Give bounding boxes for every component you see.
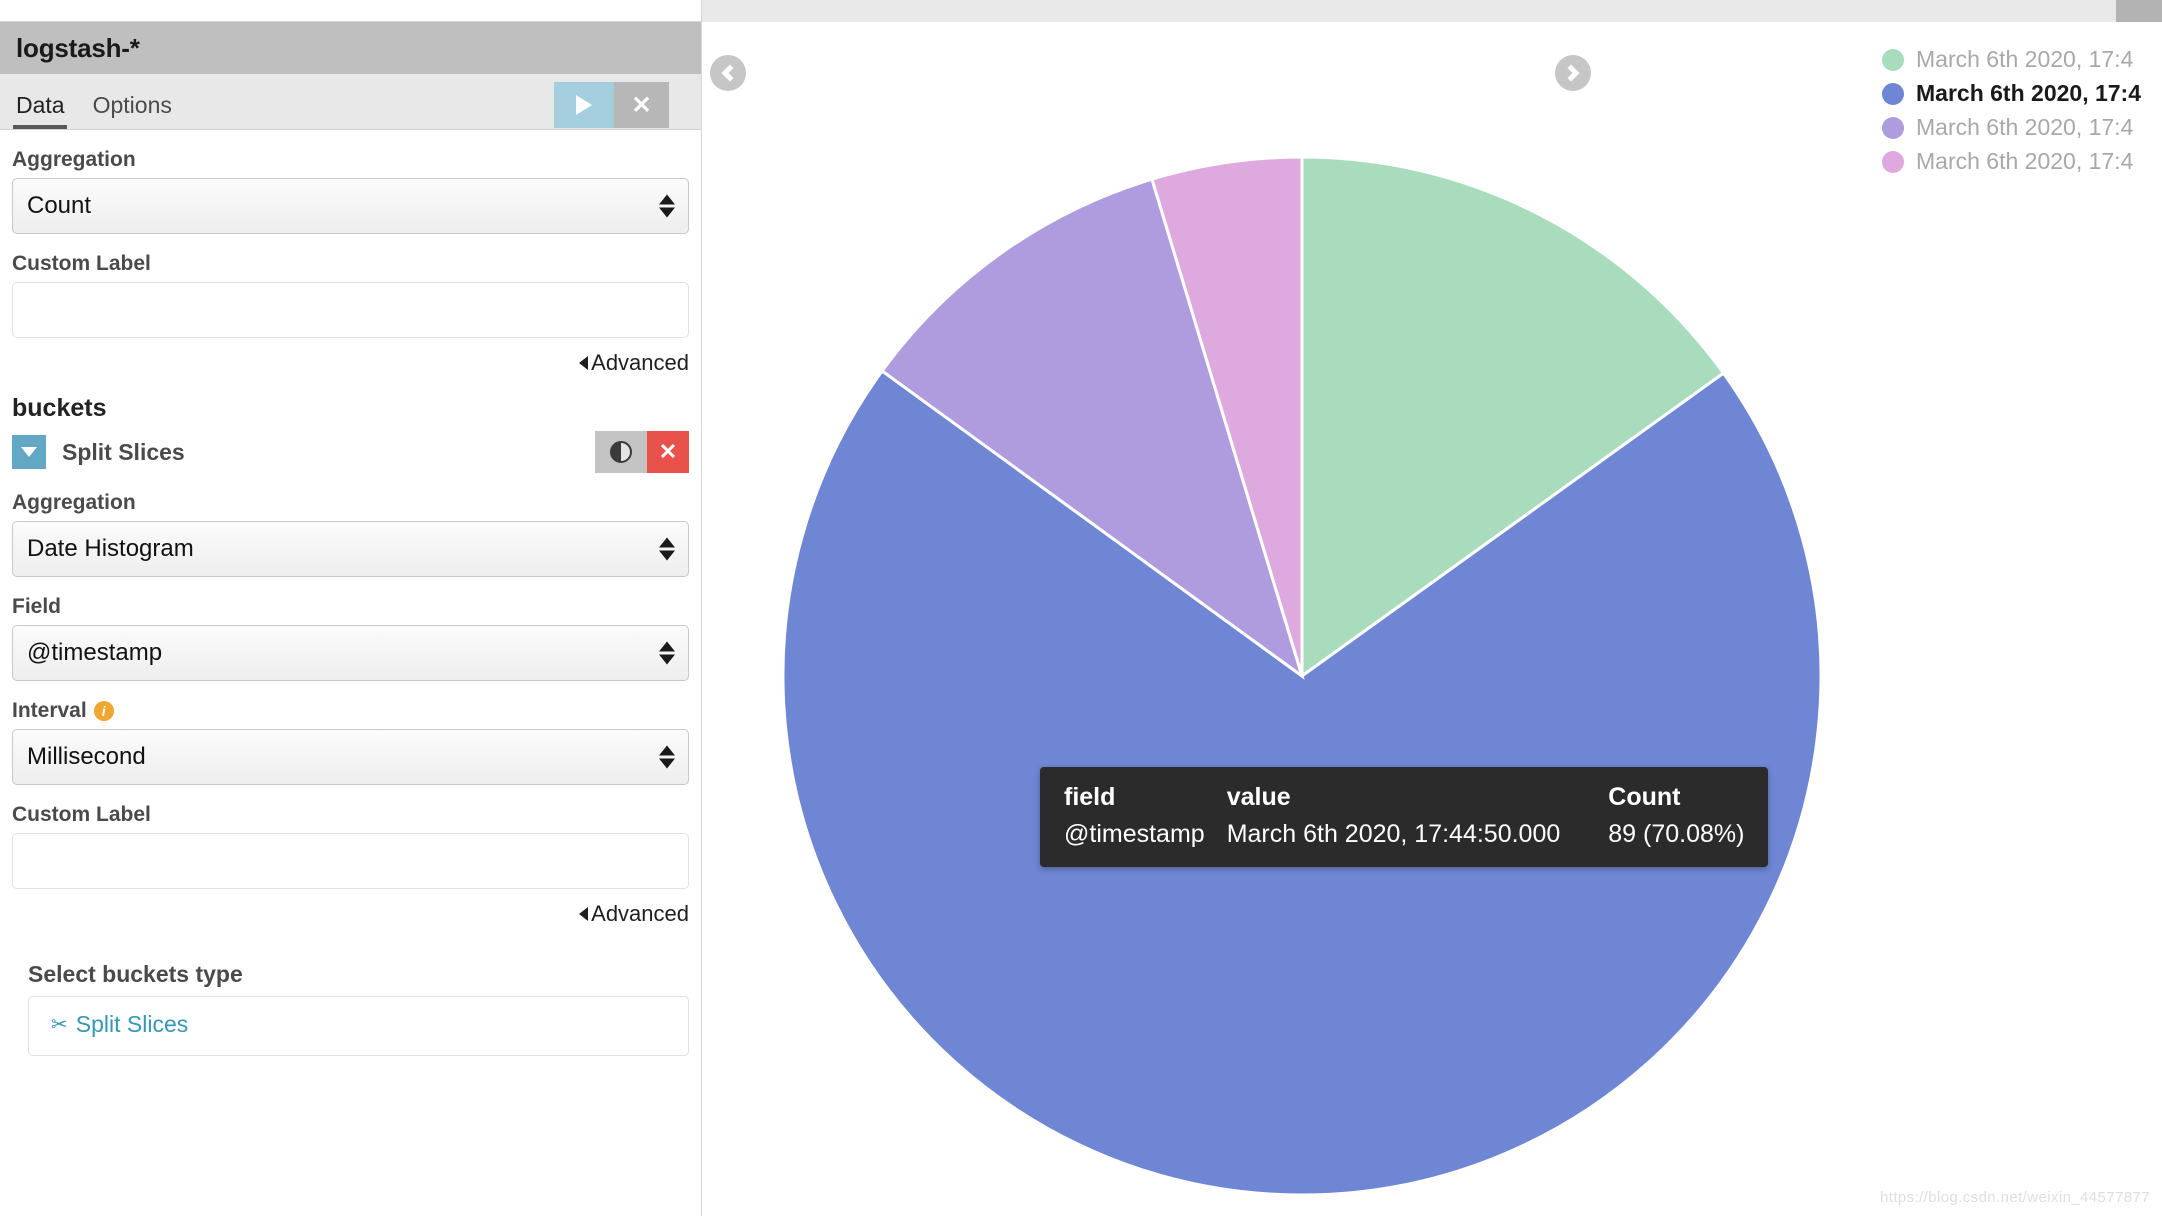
- discard-changes-button[interactable]: ✕: [614, 82, 669, 128]
- top-right-cap: [2116, 0, 2162, 22]
- legend-color-swatch: [1882, 150, 1904, 173]
- metric-aggregation-select[interactable]: Count: [12, 178, 689, 234]
- visualization-canvas: March 6th 2020, 17:4 March 6th 2020, 17:…: [703, 22, 2162, 1216]
- caret-left-icon: [579, 907, 589, 921]
- bucket-aggregation-value: Date Histogram: [27, 535, 194, 562]
- tooltip-field-name: @timestamp: [1064, 820, 1205, 848]
- metric-aggregation-value: Count: [27, 192, 92, 219]
- bucket-custom-label-group: Custom Label: [0, 803, 701, 889]
- editor-tabs: Data Options ✕: [0, 74, 701, 130]
- bucket-interval-group: Interval i Millisecond: [0, 699, 701, 785]
- buckets-type-option-split-slices[interactable]: ✂ Split Slices: [51, 1011, 688, 1038]
- bucket-custom-label-input[interactable]: [12, 833, 689, 889]
- metric-aggregation-group: Aggregation Count: [0, 148, 701, 234]
- metric-aggregation-label: Aggregation: [12, 148, 136, 171]
- select-buckets-type-list: ✂ Split Slices: [28, 996, 689, 1056]
- bucket-aggregation-select[interactable]: Date Histogram: [12, 521, 689, 577]
- info-icon[interactable]: i: [93, 701, 114, 721]
- bucket-interval-label-text: Interval: [12, 699, 87, 722]
- legend-color-swatch: [1882, 48, 1904, 71]
- bucket-interval-label: Interval i: [12, 699, 689, 723]
- app-root: logstash-* Data Options ✕ Aggregation Co…: [0, 0, 2162, 1216]
- tooltip-header-field: field: [1064, 783, 1116, 811]
- chart-tooltip: field value Count @timestamp March 6th 2…: [1040, 767, 1769, 867]
- pie-slice-group: [781, 155, 1823, 1197]
- legend-item-label: March 6th 2020, 17:4: [1916, 80, 2142, 106]
- tab-options[interactable]: Options: [77, 92, 184, 129]
- metric-custom-label-group: Custom Label: [0, 252, 701, 338]
- buckets-section-title: buckets: [12, 394, 107, 422]
- visualization-editor-panel: logstash-* Data Options ✕ Aggregation Co…: [0, 22, 702, 1216]
- metric-custom-label-label: Custom Label: [12, 252, 151, 275]
- bucket-agg-actions: ✕: [595, 431, 689, 473]
- caret-left-icon: [579, 356, 589, 370]
- legend-color-swatch: [1882, 116, 1904, 139]
- bucket-enable-toggle[interactable]: [595, 431, 647, 473]
- top-strip: [0, 0, 2162, 22]
- query-bar-stub[interactable]: [0, 0, 702, 22]
- index-pattern-title: logstash-*: [16, 32, 140, 63]
- tooltip-field-value: March 6th 2020, 17:44:50.000: [1226, 820, 1561, 848]
- tooltip-header-metric: Count: [1608, 783, 1681, 811]
- bucket-field-value: @timestamp: [27, 639, 163, 666]
- legend-item[interactable]: March 6th 2020, 17:4: [1882, 80, 2162, 107]
- metric-custom-label-input[interactable]: [12, 282, 689, 338]
- chart-legend: March 6th 2020, 17:4 March 6th 2020, 17:…: [1882, 46, 2162, 175]
- bucket-field-label: Field: [12, 595, 62, 618]
- toggle-icon: [610, 441, 632, 463]
- bucket-advanced-label: Advanced: [591, 901, 689, 926]
- chevron-down-icon: [21, 447, 37, 457]
- bucket-collapse-button[interactable]: [12, 435, 46, 469]
- bucket-interval-value: Millisecond: [27, 743, 146, 770]
- select-spinner-icon: [659, 641, 675, 665]
- watermark-text: https://blog.csdn.net/weixin_44577877: [1880, 1189, 2150, 1206]
- tab-data-label: Data: [16, 92, 65, 118]
- bucket-interval-select[interactable]: Millisecond: [12, 729, 689, 785]
- legend-item-label: March 6th 2020, 17:4: [1916, 46, 2134, 72]
- bucket-remove-button[interactable]: ✕: [647, 431, 689, 473]
- editor-body: Aggregation Count Custom Label Advanced …: [0, 148, 701, 1056]
- tab-data[interactable]: Data: [0, 92, 77, 129]
- select-spinner-icon: [659, 745, 675, 769]
- index-pattern-header: logstash-*: [0, 22, 701, 74]
- play-icon: [576, 95, 592, 115]
- editor-action-buttons: ✕: [554, 82, 669, 128]
- select-spinner-icon: [659, 194, 675, 218]
- buckets-type-option-label: Split Slices: [75, 1011, 189, 1037]
- close-icon: ✕: [631, 91, 652, 119]
- bucket-aggregation-group: Aggregation Date Histogram: [0, 491, 701, 577]
- legend-item[interactable]: March 6th 2020, 17:4: [1882, 46, 2162, 73]
- legend-item-label: March 6th 2020, 17:4: [1916, 148, 2134, 174]
- tooltip-header-row: field value Count: [1064, 783, 1744, 820]
- select-buckets-type-title: Select buckets type: [28, 961, 243, 987]
- pie-chart: [703, 22, 2162, 1216]
- bucket-field-group: Field @timestamp: [0, 595, 701, 681]
- bucket-agg-header: Split Slices ✕: [0, 431, 701, 473]
- close-icon: ✕: [658, 439, 678, 464]
- tooltip-table: field value Count @timestamp March 6th 2…: [1064, 783, 1744, 849]
- bucket-field-select[interactable]: @timestamp: [12, 625, 689, 681]
- select-spinner-icon: [659, 537, 675, 561]
- legend-color-swatch: [1882, 82, 1904, 105]
- legend-item-label: March 6th 2020, 17:4: [1916, 114, 2134, 140]
- bucket-agg-name: Split Slices: [62, 438, 185, 465]
- scissors-icon: ✂: [51, 1014, 68, 1036]
- metric-advanced-label: Advanced: [591, 350, 689, 375]
- apply-changes-button[interactable]: [554, 82, 614, 128]
- tab-options-label: Options: [92, 92, 172, 118]
- metric-advanced-toggle[interactable]: Advanced: [0, 338, 701, 376]
- legend-item[interactable]: March 6th 2020, 17:4: [1882, 148, 2162, 175]
- tooltip-header-value: value: [1226, 783, 1291, 811]
- legend-item[interactable]: March 6th 2020, 17:4: [1882, 114, 2162, 141]
- bucket-advanced-toggle[interactable]: Advanced: [0, 889, 701, 927]
- bucket-custom-label-label: Custom Label: [12, 803, 151, 826]
- tooltip-data-row: @timestamp March 6th 2020, 17:44:50.000 …: [1064, 820, 1744, 849]
- tooltip-metric-value: 89 (70.08%): [1608, 820, 1745, 848]
- bucket-aggregation-label: Aggregation: [12, 491, 136, 514]
- pie-chart-svg: [781, 155, 1823, 1197]
